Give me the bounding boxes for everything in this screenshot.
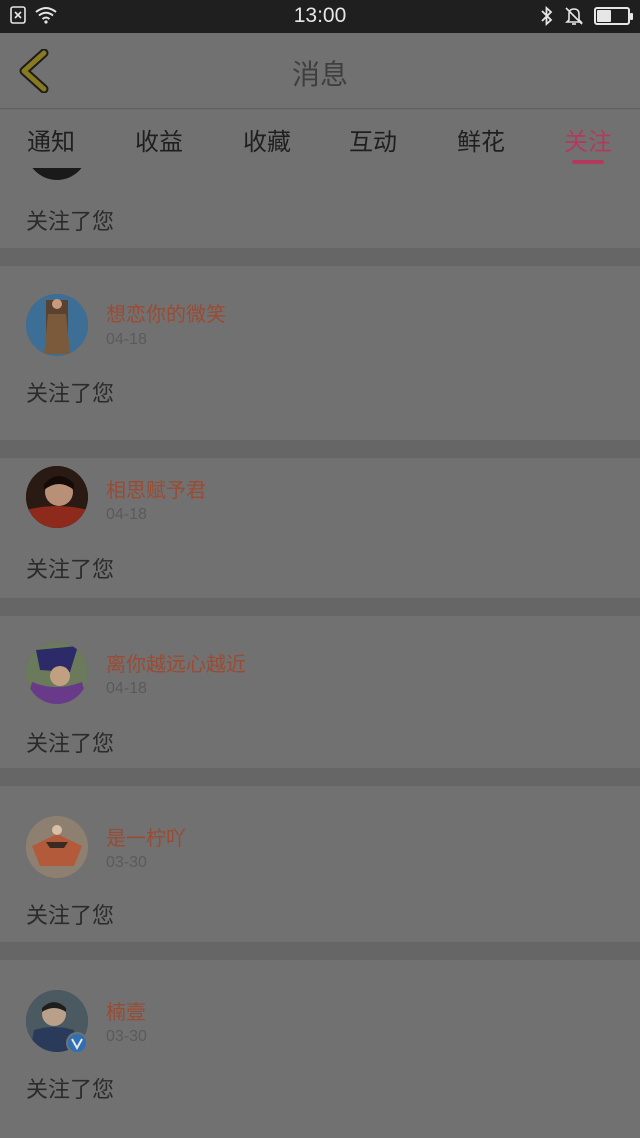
tab-follow[interactable]: 关注 [548,122,628,157]
list-item[interactable]: 想恋你的微笑 04-18 关注了您 [0,266,640,440]
tab-bar: 通知 收益 收藏 互动 鲜花 关注 [0,110,640,168]
avatar-image [26,294,88,356]
screen: 13:00 消息 通知 收益 收藏 互动 鲜花 关注 关注了您 想恋你的微笑 0… [0,0,640,1138]
avatar[interactable] [26,168,88,180]
tab-interaction[interactable]: 互动 [333,122,413,157]
tab-notice[interactable]: 通知 [11,122,91,157]
divider [0,440,640,458]
list-item[interactable]: 关注了您 [0,168,640,248]
list-item[interactable]: 是一柠吖 03-30 关注了您 [0,786,640,942]
follow-list[interactable]: 关注了您 想恋你的微笑 04-18 关注了您 相思赋予君 04-18 关注了您 … [0,168,640,1138]
tab-favorites[interactable]: 收藏 [227,122,307,157]
avatar-image [26,816,88,878]
battery-icon [594,7,633,25]
item-date: 04-18 [106,331,147,348]
avatar[interactable] [26,642,88,704]
item-message: 关注了您 [26,732,115,757]
list-item[interactable]: 离你越远心越近 04-18 关注了您 [0,616,640,768]
avatar-image [26,466,88,528]
item-username[interactable]: 楠壹 [106,996,146,1025]
divider [0,942,640,960]
header: 消息 [0,33,640,109]
status-bar: 13:00 [0,0,640,33]
avatar[interactable] [26,466,88,528]
list-item[interactable]: 楠壹 03-30 关注了您 [0,960,640,1138]
item-username[interactable]: 想恋你的微笑 [106,298,226,327]
list-item[interactable]: 相思赋予君 04-18 关注了您 [0,458,640,598]
status-right [540,6,633,26]
verified-v-icon [71,1038,83,1051]
item-message: 关注了您 [26,1078,115,1103]
tab-earnings[interactable]: 收益 [119,122,199,157]
item-username[interactable]: 离你越远心越近 [106,648,246,677]
item-date: 03-30 [106,1028,147,1045]
verified-badge [66,1032,88,1054]
item-date: 04-18 [106,506,147,523]
item-message: 关注了您 [26,558,115,583]
divider [0,598,640,616]
item-date: 03-30 [106,854,147,871]
item-username[interactable]: 相思赋予君 [106,474,206,503]
item-username[interactable]: 是一柠吖 [106,822,186,851]
bluetooth-icon [541,6,553,26]
page-title: 消息 [291,58,348,91]
divider [0,248,640,266]
item-message: 关注了您 [26,210,115,235]
battery-level [597,10,611,22]
avatar-image [26,642,88,704]
item-message: 关注了您 [26,382,115,407]
avatar[interactable] [26,816,88,878]
avatar[interactable] [26,294,88,356]
divider [0,768,640,786]
tab-flowers[interactable]: 鲜花 [441,122,521,157]
active-tab-indicator [572,160,604,164]
bell-off-icon [565,7,583,25]
item-message: 关注了您 [26,904,115,929]
item-date: 04-18 [106,680,147,697]
